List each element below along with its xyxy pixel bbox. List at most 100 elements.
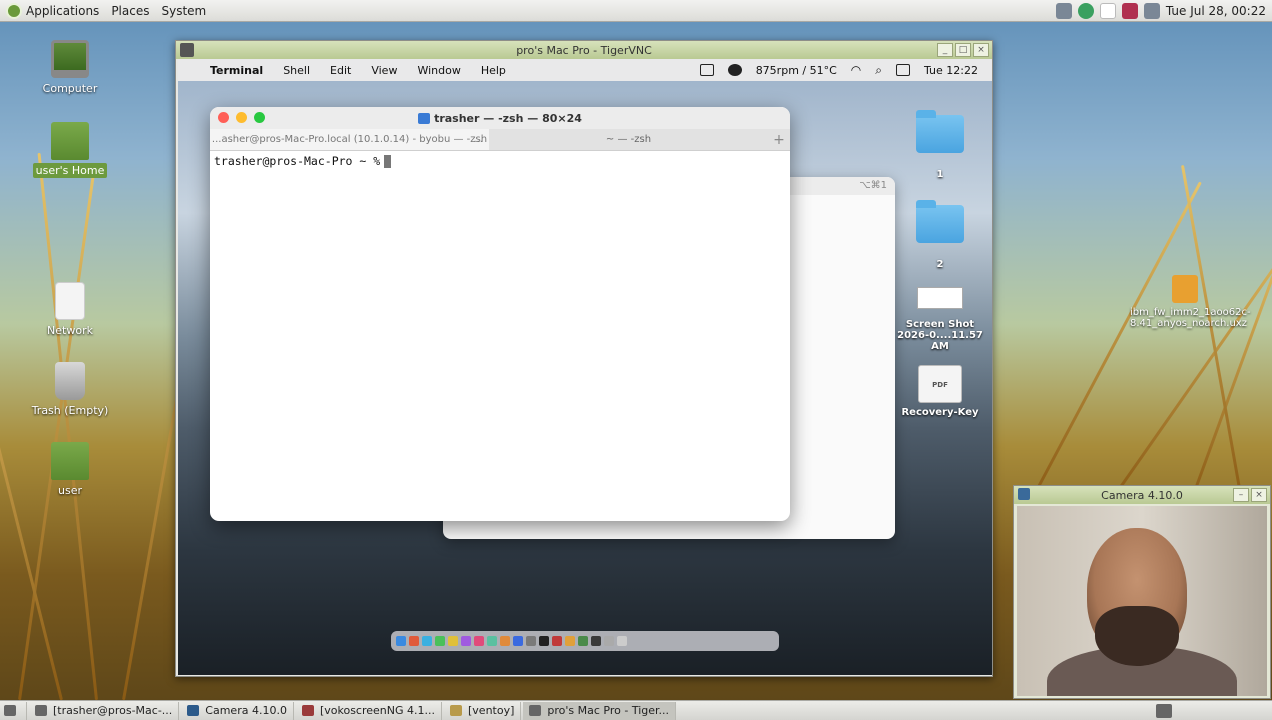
mac-menu-window[interactable]: Window [417,64,460,77]
maps-dock-icon[interactable] [487,636,497,646]
mac-dock [391,631,779,651]
close-button[interactable]: × [1251,488,1267,502]
desktop-icon-label: Trash (Empty) [31,404,109,417]
show-desktop-button[interactable] [0,701,27,720]
new-tab-button[interactable]: + [768,129,790,150]
spotlight-search-icon[interactable]: ⌕ [875,63,882,78]
menu-system[interactable]: System [161,4,206,18]
mac-menu-help[interactable]: Help [481,64,506,77]
minimize-button[interactable]: _ [937,43,953,57]
desktop-icon-home[interactable]: user's Home [25,122,115,178]
settings-dock-icon[interactable] [526,636,536,646]
zoom-light-button[interactable] [254,112,265,123]
home-folder-icon [51,122,89,160]
camera-title: Camera 4.10.0 [1101,488,1183,502]
terminal-title: trasher — -zsh — 80×24 [434,111,582,125]
appstore-dock-icon[interactable] [513,636,523,646]
tigervnc-icon [529,705,542,716]
terminal-titlebar[interactable]: trasher — -zsh — 80×24 [210,107,790,129]
mac-recovery-key-file[interactable]: PDF Recovery-Key [892,365,988,418]
volume-icon[interactable] [1143,3,1160,19]
tab-overflow[interactable]: ... [473,134,483,145]
taskbar-item-vnc[interactable]: pro's Mac Pro - Tiger... [523,701,677,720]
taskbar-item-ventoy[interactable]: [ventoy] [444,701,522,720]
folder-icon [916,110,964,153]
tab-byobu[interactable]: ...asher@pros-Mac-Pro.local (10.1.0.14) … [210,129,489,150]
terminal-tab-bar: ...asher@pros-Mac-Pro.local (10.1.0.14) … [210,129,790,151]
trash-dock-icon[interactable] [617,636,627,646]
desktop-icon-label: ibm_fw_imm2_1aoo62c-8.41_anyos_noarch.ux… [1130,307,1251,329]
tigervnc-icon [180,43,194,57]
mac-menu-view[interactable]: View [371,64,397,77]
mate-logo-icon[interactable] [6,2,22,19]
menu-places[interactable]: Places [111,4,149,18]
desktop-icon-network[interactable]: Network [25,282,115,337]
close-button[interactable]: × [973,43,989,57]
workspace-icon[interactable] [1055,3,1072,19]
system-tray: Tue Jul 28, 00:22 [1055,0,1266,22]
photos-dock-icon[interactable] [500,636,510,646]
mac-folder-2[interactable]: 2 [892,200,988,270]
terminal-content[interactable]: trasher@pros-Mac-Pro ~ % [210,151,790,171]
finder-dock-icon[interactable] [396,636,406,646]
panel-clock[interactable]: Tue Jul 28, 00:22 [1166,4,1266,18]
desktop-icon [4,705,16,716]
menu-applications[interactable]: Applications [26,4,99,18]
usb-icon[interactable] [1099,3,1116,19]
app-dock-icon[interactable] [591,636,601,646]
desktop-icon-computer[interactable]: Computer [25,40,115,95]
mac-menu-edit[interactable]: Edit [330,64,351,77]
minimize-light-button[interactable] [236,112,247,123]
mac-menubar: Terminal Shell Edit View Window Help 875… [178,59,992,81]
remote-mac-screen[interactable]: Terminal Shell Edit View Window Help 875… [178,59,992,675]
mac-folder-1[interactable]: 1 [892,110,988,180]
terminal-dock-icon[interactable] [539,636,549,646]
desktop-icon-firmware-file[interactable]: ibm_fw_imm2_1aoo62c-8.41_anyos_noarch.ux… [1130,275,1251,329]
app-dock-icon[interactable] [552,636,562,646]
terminal-window[interactable]: trasher — -zsh — 80×24 ...asher@pros-Mac… [210,107,790,521]
workspace-switcher-icon[interactable] [1156,703,1172,718]
mac-screenshot-file[interactable]: Screen Shot 2026-0....11.57 AM [892,287,988,352]
close-light-button[interactable] [218,112,229,123]
desktop-icon-label: Computer [42,82,98,95]
terminal-icon [35,705,47,716]
person-beard [1095,606,1179,666]
computer-icon [51,40,89,78]
fan-status[interactable]: 875rpm / 51°C [756,64,837,77]
vnc-window[interactable]: pro's Mac Pro - TigerVNC _ □ × Terminal … [175,40,993,677]
mac-clock[interactable]: Tue 12:22 [924,64,978,77]
messages-dock-icon[interactable] [435,636,445,646]
mac-menu-terminal[interactable]: Terminal [210,64,263,77]
notes-dock-icon[interactable] [448,636,458,646]
control-center-icon[interactable] [896,64,910,76]
camera-titlebar[interactable]: Camera 4.10.0 – × [1014,486,1270,504]
desktop-icon-user[interactable]: user [25,442,115,497]
app-dock-icon[interactable] [565,636,575,646]
calendar-dock-icon[interactable] [409,636,419,646]
recorder-icon [301,705,314,716]
maximize-button[interactable]: □ [955,43,971,57]
minimize-button[interactable]: – [1233,488,1249,502]
screen-mirroring-icon[interactable] [699,64,714,76]
taskbar-item-camera[interactable]: Camera 4.10.0 [181,701,294,720]
update-icon[interactable] [1077,3,1094,19]
vnc-titlebar[interactable]: pro's Mac Pro - TigerVNC _ □ × [176,41,992,59]
folder-icon [418,112,431,124]
taskbar-item-terminal[interactable]: [trasher@pros-Mac-... [29,701,180,720]
camera-window[interactable]: Camera 4.10.0 – × [1013,485,1271,699]
mac-menu-shell[interactable]: Shell [283,64,310,77]
taskbar-item-vokoscreen[interactable]: [vokoscreenNG 4.1... [296,701,442,720]
trash-icon [55,362,85,400]
wifi-icon[interactable]: ◠ [851,63,861,77]
safari-dock-icon[interactable] [422,636,432,646]
network-icon[interactable] [1121,3,1138,19]
downloads-dock-icon[interactable] [604,636,614,646]
desktop-icon-trash[interactable]: Trash (Empty) [25,362,115,417]
music-dock-icon[interactable] [474,636,484,646]
podcasts-dock-icon[interactable] [461,636,471,646]
top-panel: Applications Places System Tue Jul 28, 0… [0,0,1272,22]
tab-zsh[interactable]: ~ — -zsh [489,129,768,150]
timer-icon[interactable] [727,64,742,76]
app-dock-icon[interactable] [578,636,588,646]
archive-file-icon [1172,275,1198,303]
